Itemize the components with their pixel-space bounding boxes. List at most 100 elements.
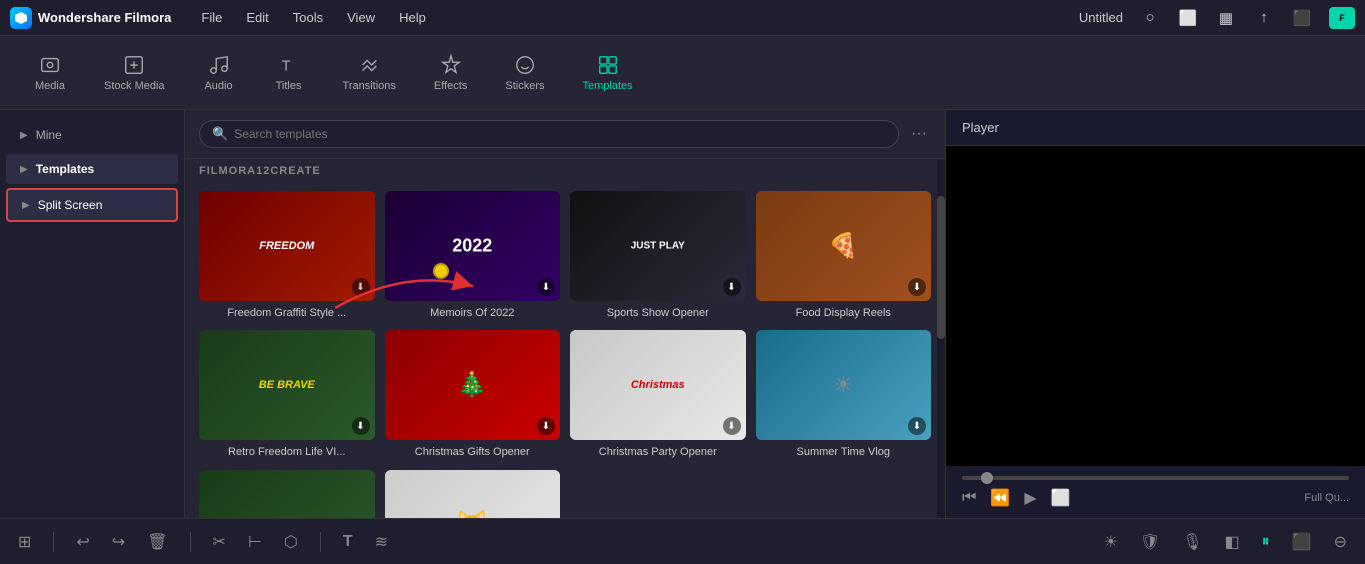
more-options-button[interactable]: ···	[907, 125, 931, 143]
protect-button[interactable]: 🛡	[1136, 528, 1164, 556]
template-thumb-food: 🍕 ⬇	[756, 191, 932, 301]
template-name-retro: Retro Freedom Life VI...	[228, 445, 345, 459]
arrow-templates: ▶	[20, 164, 28, 175]
template-card-food[interactable]: 🍕 ⬇ Food Display Reels	[756, 191, 932, 320]
layers-button[interactable]: ◧	[1221, 528, 1244, 556]
player-frame-back-button[interactable]: ⏪	[990, 488, 1010, 508]
tool-transitions[interactable]: Transitions	[329, 48, 410, 98]
sidebar: ▶ Mine ▶ Templates ▶ Split Screen	[0, 110, 185, 518]
timeline-button[interactable]: ⏸	[1258, 529, 1274, 555]
menu-bar-right: Untitled ○ ⬜ ▦ ↑ ⬛ F	[1079, 7, 1355, 29]
shape-button[interactable]: ⬡	[280, 528, 302, 556]
menu-edit[interactable]: Edit	[242, 8, 272, 27]
template-card-memoirs[interactable]: 2022 ⬇ Memoirs Of 2022	[385, 191, 561, 320]
color-correction-button[interactable]: ☀	[1100, 528, 1122, 556]
menu-file[interactable]: File	[197, 8, 226, 27]
search-input[interactable]	[234, 127, 886, 141]
template-grid: FREEDOM ⬇ Freedom Graffiti Style ... 202…	[185, 185, 945, 518]
divider-2	[190, 532, 191, 552]
voiceover-button[interactable]: 🎙	[1178, 528, 1206, 556]
download-icon-xmasparty: ⬇	[723, 417, 741, 435]
content-area: 🔍 ··· FILMORA12CREATE FREEDOM ⬇ Freedo	[185, 110, 945, 518]
adjust-button[interactable]: ≋	[371, 528, 392, 556]
split-button[interactable]: ⊢	[244, 528, 266, 556]
template-thumb-retro: BE BRAVE ⬇	[199, 330, 375, 440]
cut-button[interactable]: ✂	[209, 528, 230, 556]
project-title: Untitled	[1079, 10, 1123, 25]
upload-icon[interactable]: ↑	[1253, 7, 1275, 29]
player-step-back-button[interactable]: ⏮	[962, 489, 976, 507]
search-bar: 🔍 ···	[185, 110, 945, 159]
template-thumb-xmasparty: Christmas ⬇	[570, 330, 746, 440]
zoom-out-button[interactable]: ⊖	[1330, 528, 1351, 556]
arrow-mine: ▶	[20, 130, 28, 141]
menu-tools[interactable]: Tools	[289, 8, 327, 27]
template-card-freedom[interactable]: FREEDOM ⬇ Freedom Graffiti Style ...	[199, 191, 375, 320]
bottom-right-tools: ☀ 🛡 🎙 ◧ ⏸ ⬛ ⊖	[1100, 528, 1351, 556]
menu-help[interactable]: Help	[395, 8, 430, 27]
arrow-split: ▶	[22, 200, 30, 211]
player-stop-button[interactable]: ⬜	[1051, 488, 1071, 508]
template-name-food: Food Display Reels	[796, 306, 891, 320]
template-name-freedom: Freedom Graffiti Style ...	[227, 306, 346, 320]
device-icon[interactable]: ▦	[1215, 7, 1237, 29]
undo-button[interactable]: ↩	[72, 528, 93, 556]
tool-stock-media[interactable]: Stock Media	[90, 48, 179, 98]
tool-titles[interactable]: T Titles	[259, 48, 319, 98]
player-progress-thumb[interactable]	[981, 472, 993, 484]
template-thumb-pet: 🐱 ⬇	[385, 470, 561, 518]
template-thumb-sports: JUST PLAY ⬇	[570, 191, 746, 301]
app-logo: Wondershare Filmora	[10, 7, 171, 29]
player-screen	[946, 146, 1365, 466]
player-play-button[interactable]: ▶	[1024, 488, 1036, 508]
download-icon-memoirs: ⬇	[537, 278, 555, 296]
player-buttons: ⏮ ⏪ ▶ ⬜ Full Qu...	[962, 488, 1349, 508]
template-thumb-freedom: FREEDOM ⬇	[199, 191, 375, 301]
text-button[interactable]: T	[339, 529, 357, 555]
template-card-retro[interactable]: BE BRAVE ⬇ Retro Freedom Life VI...	[199, 330, 375, 459]
main-toolbar: Media Stock Media Audio T Titles Transit…	[0, 36, 1365, 110]
download-icon-retro: ⬇	[352, 417, 370, 435]
template-card-xmasgifts[interactable]: 🎄 ⬇ Christmas Gifts Opener	[385, 330, 561, 459]
monitor-icon[interactable]: ⬜	[1177, 7, 1199, 29]
search-icon: 🔍	[212, 126, 228, 142]
player-panel: Player ⏮ ⏪ ▶ ⬜ Full Qu...	[945, 110, 1365, 518]
scrollbar-thumb[interactable]	[937, 196, 945, 339]
menu-view[interactable]: View	[343, 8, 379, 27]
template-card-xmasparty[interactable]: Christmas ⬇ Christmas Party Opener	[570, 330, 746, 459]
svg-text:T: T	[281, 58, 290, 74]
filmora-icon[interactable]: F	[1329, 7, 1355, 29]
template-name-memoirs: Memoirs Of 2022	[430, 306, 514, 320]
tool-audio[interactable]: Audio	[189, 48, 249, 98]
tool-media[interactable]: Media	[20, 48, 80, 98]
search-input-wrap[interactable]: 🔍	[199, 120, 899, 148]
app-logo-icon	[10, 7, 32, 29]
template-card-sports[interactable]: JUST PLAY ⬇ Sports Show Opener	[570, 191, 746, 320]
grid-view-icon[interactable]: ⬛	[1291, 7, 1313, 29]
template-card-travel[interactable]: NEW SCENERY ⬇ Travel Memories Vlog	[199, 470, 375, 518]
player-progress-bar[interactable]	[962, 476, 1349, 480]
tool-effects[interactable]: Effects	[420, 48, 481, 98]
main-area: ▶ Mine ▶ Templates ▶ Split Screen 🔍 ··· …	[0, 110, 1365, 518]
sidebar-item-templates[interactable]: ▶ Templates	[6, 154, 178, 184]
player-fullscreen-button[interactable]: Full Qu...	[1304, 492, 1349, 504]
tool-stickers[interactable]: Stickers	[491, 48, 558, 98]
template-thumb-summer: ☀ ⬇	[756, 330, 932, 440]
grid-layout-button[interactable]: ⊞	[14, 528, 35, 556]
pip-button[interactable]: ⬛	[1288, 528, 1316, 556]
template-card-summer[interactable]: ☀ ⬇ Summer Time Vlog	[756, 330, 932, 459]
scrollbar-track[interactable]	[937, 160, 945, 518]
delete-button[interactable]: 🗑	[143, 528, 171, 556]
player-header: Player	[946, 110, 1365, 146]
cloud-check-icon[interactable]: ○	[1139, 7, 1161, 29]
template-thumb-xmasgifts: 🎄 ⬇	[385, 330, 561, 440]
download-icon-food: ⬇	[908, 278, 926, 296]
player-controls: ⏮ ⏪ ▶ ⬜ Full Qu...	[946, 466, 1365, 518]
sidebar-item-split-screen[interactable]: ▶ Split Screen	[6, 188, 178, 222]
menu-bar: Wondershare Filmora File Edit Tools View…	[0, 0, 1365, 36]
sidebar-item-mine[interactable]: ▶ Mine	[6, 120, 178, 150]
redo-button[interactable]: ↪	[108, 528, 129, 556]
template-name-xmasgifts: Christmas Gifts Opener	[415, 445, 530, 459]
tool-templates[interactable]: Templates	[568, 48, 646, 98]
template-card-pet[interactable]: 🐱 ⬇ Cute Pet Daily Vlog	[385, 470, 561, 518]
